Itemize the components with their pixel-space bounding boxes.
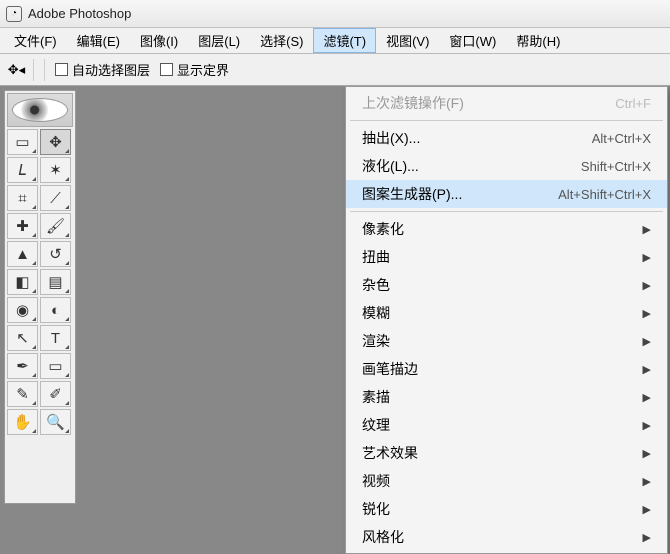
submenu-arrow-icon: ▶ bbox=[643, 531, 651, 544]
menu-item-label: 液化(L)... bbox=[362, 156, 419, 176]
menu-item-扭曲[interactable]: 扭曲 ▶ bbox=[346, 243, 667, 271]
submenu-arrow-icon: ▶ bbox=[643, 391, 651, 404]
menu-shortcut: Alt+Ctrl+X bbox=[592, 131, 651, 146]
tool-blur[interactable]: ◉ bbox=[7, 297, 38, 323]
menu-item-艺术效果[interactable]: 艺术效果 ▶ bbox=[346, 439, 667, 467]
menu-item-抽出X[interactable]: 抽出(X)... Alt+Ctrl+X bbox=[346, 124, 667, 152]
menu-w[interactable]: 窗口(W) bbox=[439, 28, 506, 53]
menu-item-锐化[interactable]: 锐化 ▶ bbox=[346, 495, 667, 523]
workspace: ▭✥𝘓✶⌗⟋✚🖌▲↺◧▤◉◐↖T✒▭✎✐✋🔍 上次滤镜操作(F)Ctrl+F抽出… bbox=[0, 86, 670, 504]
toolbox: ▭✥𝘓✶⌗⟋✚🖌▲↺◧▤◉◐↖T✒▭✎✐✋🔍 bbox=[4, 90, 76, 504]
show-bounds-label: 显示定界 bbox=[177, 60, 229, 79]
menu-item-label: 画笔描边 bbox=[362, 359, 418, 379]
tool-zoom[interactable]: 🔍 bbox=[40, 409, 71, 435]
menu-item-label: 像素化 bbox=[362, 219, 404, 239]
tool-lasso[interactable]: 𝘓 bbox=[7, 157, 38, 183]
menu-item-模糊[interactable]: 模糊 ▶ bbox=[346, 299, 667, 327]
app-icon: ◔ bbox=[6, 6, 22, 22]
tool-stamp[interactable]: ▲ bbox=[7, 241, 38, 267]
menu-item-label: 素描 bbox=[362, 387, 390, 407]
menubar: 文件(F)编辑(E)图像(I)图层(L)选择(S)滤镜(T)视图(V)窗口(W)… bbox=[0, 28, 670, 54]
submenu-arrow-icon: ▶ bbox=[643, 363, 651, 376]
options-bar: ✥◂ 自动选择图层 显示定界 bbox=[0, 54, 670, 86]
menu-item-label: 模糊 bbox=[362, 303, 390, 323]
menu-item-素描[interactable]: 素描 ▶ bbox=[346, 383, 667, 411]
ps-eye-icon bbox=[12, 98, 68, 122]
submenu-arrow-icon: ▶ bbox=[643, 447, 651, 460]
checkbox-box bbox=[55, 63, 68, 76]
menu-item-label: 风格化 bbox=[362, 527, 404, 547]
auto-select-layer-checkbox[interactable]: 自动选择图层 bbox=[55, 60, 150, 79]
tool-marquee[interactable]: ▭ bbox=[7, 129, 38, 155]
menu-item-像素化[interactable]: 像素化 ▶ bbox=[346, 215, 667, 243]
tool-brush[interactable]: 🖌 bbox=[40, 213, 71, 239]
titlebar: ◔ Adobe Photoshop bbox=[0, 0, 670, 28]
menu-separator bbox=[350, 120, 663, 121]
tool-type[interactable]: T bbox=[40, 325, 71, 351]
menu-item-label: 抽出(X)... bbox=[362, 128, 420, 148]
menu-item-label: 渲染 bbox=[362, 331, 390, 351]
menu-item-纹理[interactable]: 纹理 ▶ bbox=[346, 411, 667, 439]
menu-item-画笔描边[interactable]: 画笔描边 ▶ bbox=[346, 355, 667, 383]
menu-item-液化L[interactable]: 液化(L)... Shift+Ctrl+X bbox=[346, 152, 667, 180]
tool-gradient[interactable]: ▤ bbox=[40, 269, 71, 295]
menu-item-label: 艺术效果 bbox=[362, 443, 418, 463]
menu-shortcut: Shift+Ctrl+X bbox=[581, 159, 651, 174]
menu-item-渲染[interactable]: 渲染 ▶ bbox=[346, 327, 667, 355]
tool-path[interactable]: ↖ bbox=[7, 325, 38, 351]
submenu-arrow-icon: ▶ bbox=[643, 335, 651, 348]
menu-e[interactable]: 编辑(E) bbox=[67, 28, 130, 53]
submenu-arrow-icon: ▶ bbox=[643, 307, 651, 320]
menu-item-label: 上次滤镜操作(F) bbox=[362, 93, 464, 113]
menu-s[interactable]: 选择(S) bbox=[250, 28, 313, 53]
menu-separator bbox=[350, 211, 663, 212]
submenu-arrow-icon: ▶ bbox=[643, 503, 651, 516]
active-tool-icon: ✥◂ bbox=[6, 59, 34, 81]
tool-eraser[interactable]: ◧ bbox=[7, 269, 38, 295]
menu-item-label: 图案生成器(P)... bbox=[362, 184, 462, 204]
app-title: Adobe Photoshop bbox=[28, 6, 131, 21]
menu-item-label: 扭曲 bbox=[362, 247, 390, 267]
menu-h[interactable]: 帮助(H) bbox=[506, 28, 570, 53]
menu-t[interactable]: 滤镜(T) bbox=[313, 28, 376, 53]
tool-history[interactable]: ↺ bbox=[40, 241, 71, 267]
submenu-arrow-icon: ▶ bbox=[643, 279, 651, 292]
tool-slice[interactable]: ⟋ bbox=[40, 185, 71, 211]
menu-item-label: 杂色 bbox=[362, 275, 390, 295]
menu-f[interactable]: 文件(F) bbox=[4, 28, 67, 53]
auto-select-label: 自动选择图层 bbox=[72, 60, 150, 79]
tool-heal[interactable]: ✚ bbox=[7, 213, 38, 239]
menu-item-图案生成器P[interactable]: 图案生成器(P)... Alt+Shift+Ctrl+X bbox=[346, 180, 667, 208]
menu-item-风格化[interactable]: 风格化 ▶ bbox=[346, 523, 667, 551]
tool-move[interactable]: ✥ bbox=[40, 129, 71, 155]
menu-shortcut: Ctrl+F bbox=[615, 96, 651, 111]
submenu-arrow-icon: ▶ bbox=[643, 419, 651, 432]
menu-shortcut: Alt+Shift+Ctrl+X bbox=[558, 187, 651, 202]
menu-item-视频[interactable]: 视频 ▶ bbox=[346, 467, 667, 495]
submenu-arrow-icon: ▶ bbox=[643, 475, 651, 488]
submenu-arrow-icon: ▶ bbox=[643, 251, 651, 264]
menu-item-上次滤镜操作F: 上次滤镜操作(F) Ctrl+F bbox=[346, 89, 667, 117]
submenu-arrow-icon: ▶ bbox=[643, 223, 651, 236]
tool-notes[interactable]: ✎ bbox=[7, 381, 38, 407]
toolbox-header bbox=[7, 93, 73, 127]
menu-item-label: 纹理 bbox=[362, 415, 390, 435]
tool-pen[interactable]: ✒ bbox=[7, 353, 38, 379]
tool-wand[interactable]: ✶ bbox=[40, 157, 71, 183]
tool-shape[interactable]: ▭ bbox=[40, 353, 71, 379]
menu-l[interactable]: 图层(L) bbox=[188, 28, 250, 53]
tool-crop[interactable]: ⌗ bbox=[7, 185, 38, 211]
menu-item-label: 视频 bbox=[362, 471, 390, 491]
tool-dodge[interactable]: ◐ bbox=[40, 297, 71, 323]
show-bounds-checkbox[interactable]: 显示定界 bbox=[160, 60, 229, 79]
filter-menu-dropdown: 上次滤镜操作(F) Ctrl+F 抽出(X)... Alt+Ctrl+X 液化(L)..… bbox=[345, 86, 668, 554]
menu-item-杂色[interactable]: 杂色 ▶ bbox=[346, 271, 667, 299]
menu-v[interactable]: 视图(V) bbox=[376, 28, 439, 53]
tool-hand[interactable]: ✋ bbox=[7, 409, 38, 435]
tool-eyedrop[interactable]: ✐ bbox=[40, 381, 71, 407]
menu-i[interactable]: 图像(I) bbox=[130, 28, 188, 53]
menu-item-label: 锐化 bbox=[362, 499, 390, 519]
checkbox-box bbox=[160, 63, 173, 76]
